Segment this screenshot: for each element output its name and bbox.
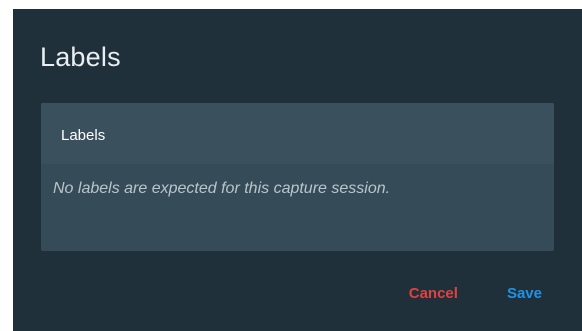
dialog-actions: Cancel Save — [409, 282, 582, 306]
panel-header: Labels — [41, 103, 554, 164]
labels-dialog: Labels Labels No labels are expected for… — [13, 9, 582, 331]
save-button[interactable]: Save — [507, 282, 542, 306]
labels-panel: Labels No labels are expected for this c… — [41, 103, 554, 251]
empty-labels-message: No labels are expected for this capture … — [53, 180, 391, 197]
panel-header-title: Labels — [61, 127, 106, 144]
cancel-button[interactable]: Cancel — [409, 282, 458, 306]
dialog-title: Labels — [40, 42, 121, 72]
panel-body: No labels are expected for this capture … — [41, 164, 554, 199]
